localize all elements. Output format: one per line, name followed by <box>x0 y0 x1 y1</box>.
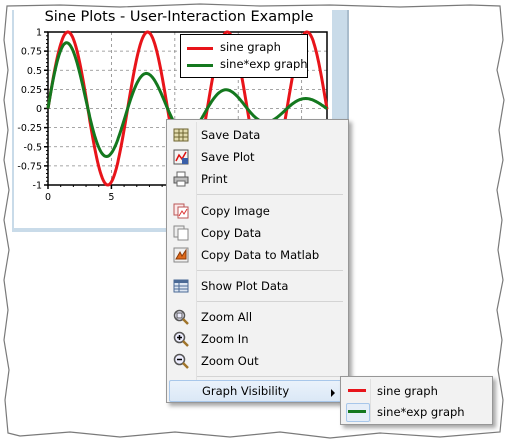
menu-item-label: Save Plot <box>201 150 255 164</box>
menu-item-label: Zoom All <box>201 310 253 324</box>
menu-item-copy-data-matlab[interactable]: Copy Data to Matlab <box>169 244 346 266</box>
legend-label: sine graph <box>220 40 281 54</box>
zoom-out-icon <box>173 353 189 369</box>
menu-item-label: Zoom In <box>201 332 249 346</box>
y-tick-label: -1 <box>33 181 42 192</box>
y-tick-label: 0.5 <box>27 66 42 77</box>
submenu-item-label: sine*exp graph <box>377 405 465 419</box>
submenu-item-label: sine graph <box>377 384 438 398</box>
menu-item-save-plot[interactable]: Save Plot <box>169 146 346 168</box>
menu-separator <box>197 270 343 271</box>
plot-title: Sine Plots - User-Interaction Example <box>44 9 314 25</box>
menu-item-label: Copy Data to Matlab <box>201 248 320 262</box>
menu-separator <box>197 194 343 195</box>
menu-item-label: Save Data <box>201 128 261 142</box>
x-tick-label: 0 <box>45 192 51 203</box>
context-menu: Save Data Save Plot Print Copy Image Cop… <box>166 119 349 403</box>
y-tick-label: -0.5 <box>23 142 42 153</box>
menu-item-zoom-in[interactable]: Zoom In <box>169 328 346 350</box>
sine-exp-graph-swatch-icon <box>348 410 366 413</box>
menu-item-print[interactable]: Print <box>169 168 346 190</box>
menu-item-label: Show Plot Data <box>201 279 289 293</box>
menu-item-zoom-out[interactable]: Zoom Out <box>169 350 346 372</box>
legend-swatch-sine <box>187 47 213 50</box>
menu-item-label: Graph Visibility <box>202 384 290 398</box>
copy-icon <box>173 225 189 241</box>
y-tick-label: -0.75 <box>17 161 42 172</box>
menu-item-copy-image[interactable]: Copy Image <box>169 200 346 222</box>
y-tick-label: 0.25 <box>21 85 42 96</box>
y-tick-label: -0.25 <box>17 123 42 134</box>
table-save-icon <box>173 128 189 142</box>
menu-item-save-data[interactable]: Save Data <box>169 124 346 146</box>
x-tick-label: 5 <box>108 192 114 203</box>
legend-swatch-sine-exp <box>187 64 213 67</box>
graph-visibility-submenu: sine graph sine*exp graph <box>340 376 493 425</box>
y-tick-label: 0 <box>36 104 42 115</box>
zoom-all-icon <box>173 309 189 325</box>
printer-icon <box>173 171 189 187</box>
chevron-right-icon <box>331 389 335 397</box>
legend-label: sine*exp graph <box>220 57 308 71</box>
matlab-icon <box>173 247 189 263</box>
table-icon <box>173 279 189 293</box>
menu-item-label: Print <box>201 172 228 186</box>
copy-image-icon <box>173 203 189 219</box>
plot-legend: sine graph sine*exp graph <box>180 34 308 78</box>
zoom-in-icon <box>173 331 189 347</box>
plot-save-icon <box>173 149 189 165</box>
menu-item-label: Copy Image <box>201 204 270 218</box>
sine-graph-swatch-icon <box>348 389 366 392</box>
y-tick-label: 0.75 <box>21 47 42 58</box>
submenu-item-sine-exp-graph[interactable]: sine*exp graph <box>343 401 490 422</box>
menu-separator <box>197 301 343 302</box>
menu-item-label: Zoom Out <box>201 354 259 368</box>
menu-item-zoom-all[interactable]: Zoom All <box>169 306 346 328</box>
submenu-item-sine-graph[interactable]: sine graph <box>343 380 490 401</box>
menu-item-copy-data[interactable]: Copy Data <box>169 222 346 244</box>
menu-item-label: Copy Data <box>201 226 262 240</box>
menu-item-graph-visibility[interactable]: Graph Visibility <box>169 380 346 402</box>
menu-item-show-plot-data[interactable]: Show Plot Data <box>169 275 346 297</box>
menu-separator <box>197 376 343 377</box>
y-tick-label: 1 <box>36 28 42 39</box>
